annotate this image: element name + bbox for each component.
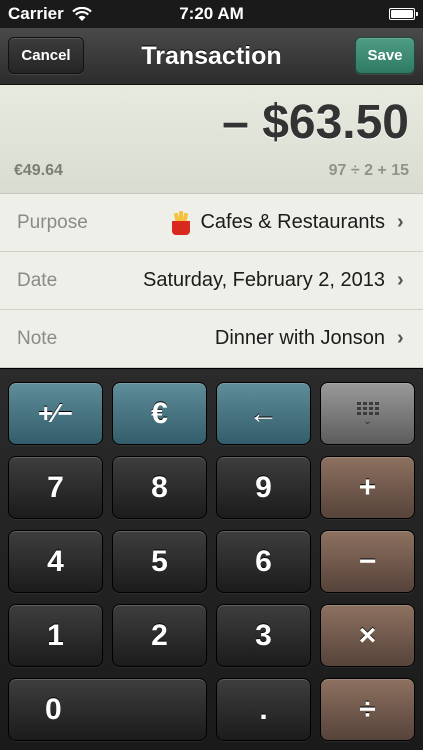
amount-value: – $63.50 bbox=[222, 96, 409, 149]
digit-8-key[interactable]: 8 bbox=[112, 456, 207, 519]
digit-5-key[interactable]: 5 bbox=[112, 530, 207, 593]
status-left: Carrier bbox=[8, 4, 92, 24]
purpose-row[interactable]: Purpose Cafes & Restaurants › bbox=[0, 194, 423, 252]
keypad: +⁄− € ← ⌄ 7 8 9 + 4 5 6 − 1 2 3 × 0 . ÷ bbox=[0, 368, 423, 750]
purpose-label: Purpose bbox=[17, 211, 88, 233]
digit-1-key[interactable]: 1 bbox=[8, 604, 103, 667]
battery-level bbox=[391, 10, 413, 18]
backspace-key[interactable]: ← bbox=[216, 382, 311, 445]
amount-display: – $63.50 €49.64 97 ÷ 2 + 15 bbox=[0, 85, 423, 194]
minus-key[interactable]: − bbox=[320, 530, 415, 593]
chevron-right-icon: › bbox=[397, 211, 404, 233]
battery-icon bbox=[389, 8, 418, 20]
purpose-value: Cafes & Restaurants bbox=[170, 210, 385, 235]
date-row[interactable]: Date Saturday, February 2, 2013 › bbox=[0, 252, 423, 310]
note-label: Note bbox=[17, 327, 58, 349]
chevron-right-icon: › bbox=[397, 269, 404, 291]
divide-key[interactable]: ÷ bbox=[320, 678, 415, 741]
digit-6-key[interactable]: 6 bbox=[216, 530, 311, 593]
digit-4-key[interactable]: 4 bbox=[8, 530, 103, 593]
digit-7-key[interactable]: 7 bbox=[8, 456, 103, 519]
keyboard-hide-icon: ⌄ bbox=[356, 401, 379, 426]
decimal-key[interactable]: . bbox=[216, 678, 311, 741]
fries-icon bbox=[170, 210, 192, 235]
date-value: Saturday, February 2, 2013 bbox=[143, 269, 385, 291]
digit-3-key[interactable]: 3 bbox=[216, 604, 311, 667]
cancel-button[interactable]: Cancel bbox=[8, 37, 84, 74]
hide-keypad-button[interactable]: ⌄ bbox=[320, 382, 415, 445]
chevron-right-icon: › bbox=[397, 327, 404, 349]
currency-key[interactable]: € bbox=[112, 382, 207, 445]
carrier-label: Carrier bbox=[8, 4, 64, 23]
status-bar: Carrier 7:20 AM bbox=[0, 0, 423, 28]
plus-key[interactable]: + bbox=[320, 456, 415, 519]
purpose-text: Cafes & Restaurants bbox=[200, 211, 385, 233]
digit-2-key[interactable]: 2 bbox=[112, 604, 207, 667]
multiply-key[interactable]: × bbox=[320, 604, 415, 667]
note-value: Dinner with Jonson bbox=[214, 327, 385, 349]
calc-expression: 97 ÷ 2 + 15 bbox=[328, 162, 409, 179]
note-row[interactable]: Note Dinner with Jonson › bbox=[0, 310, 423, 368]
digit-0-key[interactable]: 0 bbox=[8, 678, 207, 741]
date-label: Date bbox=[17, 269, 58, 291]
save-button[interactable]: Save bbox=[355, 37, 415, 74]
wifi-icon bbox=[71, 6, 92, 21]
digit-9-key[interactable]: 9 bbox=[216, 456, 311, 519]
page-title: Transaction bbox=[141, 41, 282, 70]
plus-minus-key[interactable]: +⁄− bbox=[8, 382, 103, 445]
alt-currency-amount: €49.64 bbox=[14, 162, 63, 179]
nav-bar: Cancel Transaction Save bbox=[0, 28, 423, 85]
